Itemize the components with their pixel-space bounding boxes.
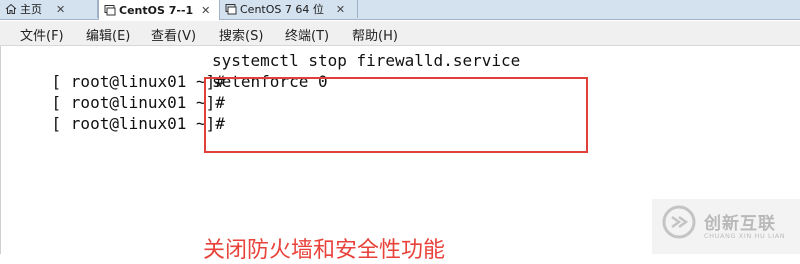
close-icon[interactable]: ✕ (336, 3, 345, 16)
menu-file[interactable]: 文件(F) (20, 25, 64, 44)
terminal-line: [ root@linux01 ~]# setenforce 0 (13, 71, 328, 112)
vm-icon (225, 3, 237, 15)
watermark-logo: 创新互联 CHUANG XIN HU LIAN (652, 199, 800, 254)
menu-bar: 文件(F) 编辑(E) 查看(V) 搜索(S) 终端(T) 帮助(H) (0, 21, 800, 46)
menu-search[interactable]: 搜索(S) (219, 25, 263, 44)
tab-centos7-1-label: CentOS 7--1 (119, 3, 194, 17)
watermark-name-en: CHUANG XIN HU LIAN (704, 232, 786, 240)
home-icon (5, 3, 17, 15)
command-text: systemctl stop firewalld.service (212, 51, 521, 70)
shell-prompt: [ root@linux01 ~]# (51, 114, 225, 133)
close-icon[interactable]: ✕ (56, 3, 65, 16)
menu-view[interactable]: 查看(V) (151, 25, 196, 44)
tab-home[interactable]: 主页 ✕ (0, 0, 98, 18)
menu-help[interactable]: 帮助(H) (352, 25, 398, 44)
brand-logo-icon (662, 205, 696, 239)
tab-home-label: 主页 (20, 3, 42, 16)
terminal-line: [ root@linux01 ~]# (13, 92, 225, 133)
tab-centos7-64[interactable]: CentOS 7 64 位 ✕ (220, 0, 358, 18)
tab-bar: 主页 ✕ CentOS 7--1 ✕ CentOS 7 64 位 ✕ (0, 0, 800, 20)
watermark-name-cn: 创新互联 (704, 214, 776, 234)
tab-centos7-64-label: CentOS 7 64 位 (240, 3, 324, 16)
vm-icon (104, 4, 116, 16)
terminal-line: [ root@linux01 ~]# systemctl stop firewa… (13, 50, 521, 91)
annotation-text: 关闭防火墙和安全性功能 (203, 238, 446, 263)
menu-edit[interactable]: 编辑(E) (86, 25, 130, 44)
close-icon[interactable]: ✕ (201, 4, 210, 17)
menu-terminal[interactable]: 终端(T) (285, 25, 329, 44)
tab-centos7-1[interactable]: CentOS 7--1 ✕ (98, 0, 220, 20)
highlight-box (204, 77, 588, 153)
